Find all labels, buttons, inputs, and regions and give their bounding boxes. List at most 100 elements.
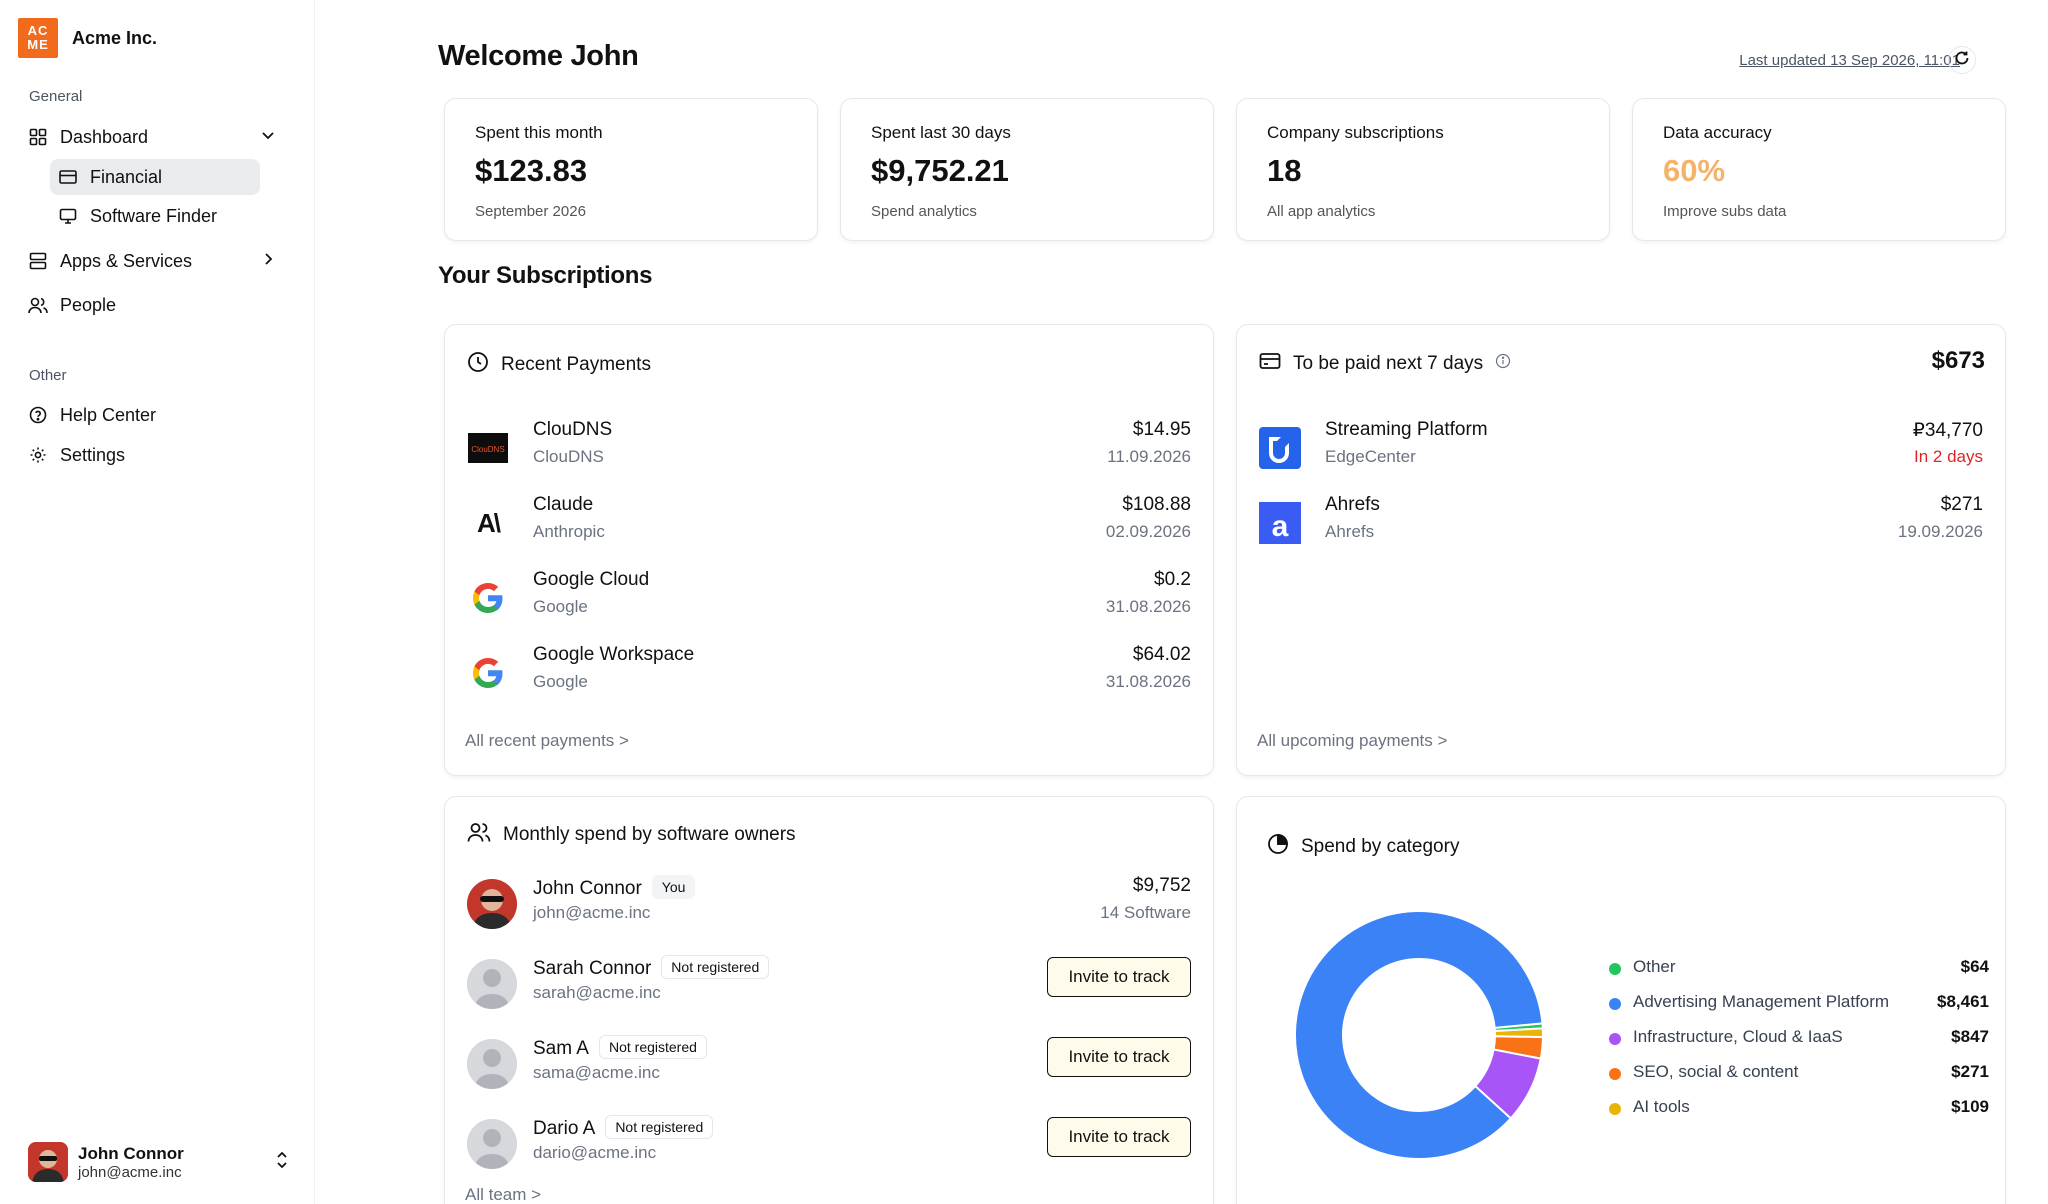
sidebar-item-label: Settings: [60, 444, 126, 465]
anthropic-logo: A\: [467, 502, 509, 544]
payment-name: Google Workspace: [533, 644, 695, 665]
payment-amount: $0.2: [1154, 569, 1191, 590]
not-registered-badge: Not registered: [661, 955, 770, 979]
avatar-placeholder: [467, 959, 517, 1009]
legend-dot: [1609, 1103, 1621, 1115]
clock-icon: [467, 351, 489, 379]
list-item[interactable]: Streaming Platform EdgeCenter ₽34,770 In…: [1259, 419, 1983, 475]
sidebar-item-settings[interactable]: Settings: [28, 437, 292, 473]
pie-chart-icon: [1267, 833, 1289, 861]
payment-date: 02.09.2026: [1105, 522, 1191, 541]
refresh-button[interactable]: [1948, 46, 1976, 74]
sidebar-item-apps-services[interactable]: Apps & Services: [28, 243, 292, 279]
owner-email: sarah@acme.inc: [533, 983, 661, 1002]
google-logo: [467, 577, 509, 619]
owner-name: Dario A Not registered: [533, 1115, 714, 1140]
avatar-placeholder: [467, 1119, 517, 1169]
invite-to-track-button[interactable]: Invite to track: [1047, 1037, 1191, 1077]
acme-logo: AC ME: [18, 18, 58, 58]
legend-item[interactable]: Other $64: [1609, 957, 1989, 992]
invite-to-track-button[interactable]: Invite to track: [1047, 1117, 1191, 1157]
user-menu[interactable]: John Connor john@acme.inc: [28, 1140, 292, 1184]
list-item[interactable]: Google Workspace Google $64.02 31.08.202…: [467, 644, 1191, 700]
card-title: Monthly spend by software owners: [503, 824, 796, 845]
brand[interactable]: AC ME Acme Inc.: [18, 18, 157, 58]
stat-sub: Improve subs data: [1663, 203, 1787, 220]
sidebar-item-label: People: [60, 294, 117, 315]
sidebar-item-financial[interactable]: Financial: [50, 159, 260, 195]
gear-icon: [28, 445, 48, 465]
all-team-link[interactable]: All team >: [465, 1185, 541, 1204]
page-title: Welcome John: [438, 40, 639, 72]
last-updated-link[interactable]: Last updated 13 Sep 2026, 11:01: [1739, 52, 1960, 69]
list-item[interactable]: ClouDNS ClouDNS ClouDNS $14.95 11.09.202…: [467, 419, 1191, 475]
monitor-icon: [58, 206, 78, 226]
card-title: To be paid next 7 days: [1293, 353, 1484, 374]
payment-name: Claude: [533, 494, 594, 515]
owner-email: dario@acme.inc: [533, 1143, 657, 1162]
stat-value: 18: [1267, 153, 1302, 188]
sidebar-item-people[interactable]: People: [28, 287, 292, 323]
legend-dot: [1609, 963, 1621, 975]
stat-card-spent-month[interactable]: Spent this month $123.83 September 2026: [444, 98, 818, 241]
upcoming-total: $673: [1931, 347, 1985, 374]
legend-value: $64: [1960, 957, 1989, 976]
logo-line-1: AC: [27, 23, 49, 38]
list-item[interactable]: a Ahrefs Ahrefs $271 19.09.2026: [1259, 494, 1983, 550]
sidebar-item-help-center[interactable]: Help Center: [28, 397, 292, 433]
stat-card-data-accuracy[interactable]: Data accuracy 60% Improve subs data: [1632, 98, 2006, 241]
ahrefs-logo-text: a: [1271, 510, 1289, 543]
owner-email: sama@acme.inc: [533, 1063, 660, 1082]
payment-vendor: Google: [533, 672, 588, 691]
sidebar: AC ME Acme Inc. General Dashboard Financ…: [0, 0, 315, 1204]
legend-dot: [1609, 998, 1621, 1010]
owner-row[interactable]: Dario A Not registered dario@acme.inc Inv…: [467, 1115, 1191, 1175]
user-name: John Connor: [78, 1143, 184, 1163]
all-recent-payments-link[interactable]: All recent payments >: [465, 731, 629, 751]
legend-item[interactable]: SEO, social & content $271: [1609, 1062, 1989, 1097]
owner-email: john@acme.inc: [533, 903, 651, 922]
stat-value: 60%: [1663, 153, 1726, 188]
chevron-right-icon[interactable]: [260, 251, 276, 272]
section-label-general: General: [29, 88, 83, 105]
legend-item[interactable]: AI tools $109: [1609, 1097, 1989, 1132]
payment-amount: $14.95: [1132, 419, 1191, 440]
legend-item[interactable]: Infrastructure, Cloud & IaaS $847: [1609, 1027, 1989, 1062]
chevron-down-icon[interactable]: [260, 127, 276, 148]
payment-name: Google Cloud: [533, 569, 650, 590]
stat-card-subscriptions[interactable]: Company subscriptions 18 All app analyti…: [1236, 98, 1610, 241]
legend-value: $847: [1951, 1027, 1989, 1046]
stat-label: Company subscriptions: [1267, 123, 1444, 142]
avatar: [467, 879, 517, 929]
stat-card-spent-30-days[interactable]: Spent last 30 days $9,752.21 Spend analy…: [840, 98, 1214, 241]
sidebar-item-software-finder[interactable]: Software Finder: [50, 198, 260, 234]
legend-item[interactable]: Advertising Management Platform $8,461: [1609, 992, 1989, 1027]
owner-row[interactable]: Sarah Connor Not registered sarah@acme.in…: [467, 955, 1191, 1015]
sidebar-item-dashboard[interactable]: Dashboard: [28, 119, 292, 155]
payment-date: 11.09.2026: [1107, 447, 1191, 466]
not-registered-badge: Not registered: [605, 1115, 714, 1139]
ahrefs-logo: a: [1259, 502, 1301, 544]
list-item[interactable]: Google Cloud Google $0.2 31.08.2026: [467, 569, 1191, 625]
owner-row[interactable]: John Connor You john@acme.inc $9,752 14 S…: [467, 875, 1191, 935]
owner-software-count: 14 Software: [1100, 903, 1191, 922]
upcoming-payments-card: To be paid next 7 days $673 Streaming Pl…: [1236, 324, 2006, 776]
owner-row[interactable]: Sam A Not registered sama@acme.inc Invite…: [467, 1035, 1191, 1095]
legend-dot: [1609, 1033, 1621, 1045]
legend-value: $271: [1951, 1062, 1989, 1081]
payment-amount: $64.02: [1132, 644, 1191, 665]
owner-name-text: John Connor: [533, 878, 642, 899]
all-upcoming-payments-link[interactable]: All upcoming payments >: [1257, 731, 1447, 751]
info-icon[interactable]: [1495, 353, 1511, 375]
legend-label: Other: [1633, 957, 1676, 976]
invite-to-track-button[interactable]: Invite to track: [1047, 957, 1191, 997]
chevron-up-down-icon[interactable]: [274, 1150, 290, 1175]
credit-card-icon: [1259, 351, 1281, 377]
donut-chart: [1294, 910, 1545, 1160]
you-badge: You: [651, 875, 696, 899]
payment-name: ClouDNS: [533, 419, 613, 440]
sidebar-item-label: Software Finder: [90, 205, 218, 226]
list-item[interactable]: A\ Claude Anthropic $108.88 02.09.2026: [467, 494, 1191, 550]
card-title: Spend by category: [1301, 836, 1460, 857]
payment-name: Streaming Platform: [1325, 419, 1488, 440]
